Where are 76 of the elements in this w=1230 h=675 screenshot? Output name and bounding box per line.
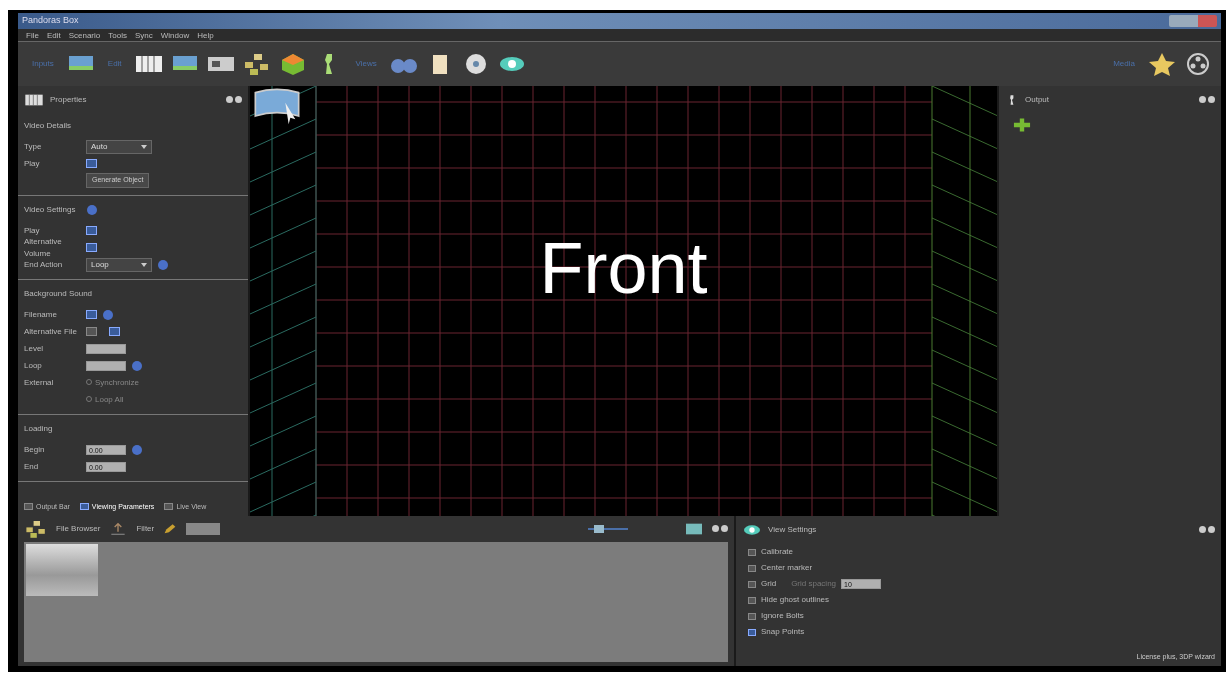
field-label: End (24, 460, 40, 473)
filter-field[interactable] (186, 523, 221, 535)
toolbar-group-label: Edit (107, 58, 122, 70)
menu-item[interactable]: Sync (134, 29, 153, 41)
field-label: Play (24, 224, 41, 237)
panel-title: File Browser (56, 523, 101, 535)
menu-item[interactable]: Tools (108, 29, 127, 41)
monitor-icon[interactable] (684, 521, 704, 537)
option-label: Center marker (761, 562, 813, 574)
checkbox[interactable] (748, 564, 756, 572)
info-icon[interactable] (87, 205, 98, 215)
checkbox[interactable] (748, 612, 756, 620)
checkbox[interactable] (109, 327, 120, 336)
option-label: Snap Points (761, 626, 805, 638)
checkbox[interactable] (86, 159, 97, 168)
grid-icon (24, 92, 44, 108)
checkbox[interactable] (86, 226, 97, 235)
checkbox[interactable] (748, 628, 756, 636)
field-label: Alternative File (24, 325, 78, 338)
menu-item[interactable]: Help (197, 29, 214, 41)
radio-option[interactable]: Synchronize (86, 376, 140, 389)
checkbox[interactable] (86, 327, 97, 336)
field-label: External (24, 376, 55, 389)
field-label: Begin (24, 443, 46, 456)
field-label: Alternative Volume (24, 235, 63, 260)
panel-controls-icon[interactable] (1199, 526, 1215, 534)
view-label: Front (538, 232, 709, 305)
checkbox[interactable] (748, 580, 756, 588)
spin-field[interactable] (86, 360, 126, 371)
add-icon[interactable] (1011, 115, 1033, 134)
zoom-slider[interactable] (588, 525, 628, 533)
checkbox[interactable] (86, 243, 97, 252)
panel-controls-icon[interactable] (1199, 96, 1215, 104)
field-label: Loop (24, 359, 43, 372)
field-label: Level (24, 342, 45, 355)
option-label: Grid (761, 578, 777, 590)
section-title: Background Sound (24, 288, 93, 300)
field-label: Type (24, 140, 43, 153)
menu-item[interactable]: Window (160, 29, 190, 41)
info-icon[interactable] (158, 259, 168, 270)
dropdown[interactable]: Loop (86, 257, 152, 272)
radio-option[interactable]: Loop All (86, 393, 124, 406)
section-title: Video Details (24, 120, 71, 132)
panel-controls-icon[interactable] (226, 96, 242, 104)
option-label: Calibrate (761, 546, 793, 558)
spin-field[interactable] (86, 343, 126, 354)
checkbox[interactable] (748, 548, 756, 556)
field-label: Play (24, 157, 41, 170)
section-title: Video Settings (24, 204, 76, 216)
panel-title: Output (1025, 94, 1049, 106)
image-thumbnail[interactable] (26, 544, 98, 596)
toolbar-group-label: Views (355, 58, 377, 70)
panel-controls-icon[interactable] (712, 525, 728, 533)
field-label: End Action (24, 258, 64, 271)
menu-item[interactable]: File (26, 29, 39, 41)
window-title: Pandoras Box (22, 14, 79, 28)
node-tree-icon (24, 519, 48, 539)
section-title: Loading (24, 423, 53, 435)
menu-item[interactable]: Edit (46, 29, 61, 41)
eye-icon (742, 522, 762, 538)
toolbar-group-label: Inputs (32, 58, 54, 70)
panel-title: View Settings (768, 524, 817, 536)
info-icon[interactable] (132, 444, 142, 455)
checkbox[interactable] (86, 310, 97, 319)
info-icon[interactable] (132, 360, 142, 371)
field-label: Filename (24, 308, 58, 321)
panel-title: Properties (50, 94, 87, 106)
option-label: Hide ghost outlines (761, 594, 830, 606)
dropdown[interactable]: Auto (86, 139, 152, 154)
star-icon[interactable] (1147, 52, 1177, 76)
filter-label: Filter (136, 523, 155, 535)
toolbar-group-label: Media (1113, 58, 1135, 70)
checkbox[interactable] (748, 596, 756, 604)
option-label: Ignore Bolts (761, 610, 804, 622)
info-icon[interactable] (103, 309, 113, 320)
menu-item[interactable]: Scenario (68, 29, 101, 41)
